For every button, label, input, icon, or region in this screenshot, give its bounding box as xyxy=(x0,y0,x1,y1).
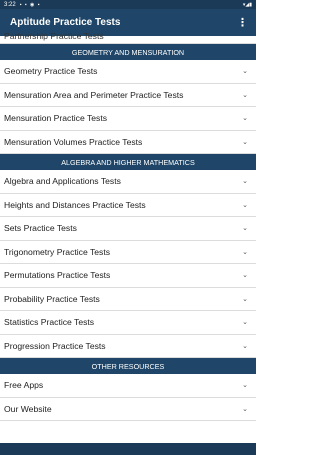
chevron-down-icon[interactable]: ⌄ xyxy=(242,138,248,146)
status-time: 3:22 xyxy=(4,1,16,8)
chevron-down-icon[interactable]: ⌄ xyxy=(242,67,248,75)
section-header-label: OTHER RESOURCES xyxy=(91,361,165,371)
chevron-down-icon[interactable]: ⌄ xyxy=(242,271,248,279)
list-item[interactable]: Probability Practice Tests ⌄ xyxy=(0,288,256,311)
list-item[interactable]: Heights and Distances Practice Tests ⌄ xyxy=(0,194,256,217)
chevron-down-icon[interactable]: ⌄ xyxy=(242,342,248,350)
chevron-down-icon[interactable]: ⌄ xyxy=(242,114,248,122)
system-icons: ▾◢▮ xyxy=(242,1,252,8)
list-item[interactable]: Mensuration Area and Perimeter Practice … xyxy=(0,84,256,107)
chevron-down-icon[interactable]: ⌄ xyxy=(242,248,248,256)
navigation-bar xyxy=(0,443,256,455)
list-item[interactable]: Free Apps ⌄ xyxy=(0,374,256,398)
notification-icons: ▪ ▪ ◉ ▪ xyxy=(19,1,41,8)
app-title: Aptitude Practice Tests xyxy=(10,17,121,28)
list-item-label: Permutations Practice Tests xyxy=(4,270,111,281)
list-item-label: Our Website xyxy=(4,403,52,414)
list-item-label: Mensuration Practice Tests xyxy=(4,113,108,124)
chevron-down-icon[interactable]: ⌄ xyxy=(242,177,248,185)
list-item-label: Heights and Distances Practice Tests xyxy=(4,199,146,210)
chevron-down-icon[interactable]: ⌄ xyxy=(242,295,248,303)
list-item-label: Partnership Practice Tests xyxy=(4,31,104,41)
list-item-label: Probability Practice Tests xyxy=(4,293,100,304)
section-header-label: GEOMETRY AND MENSURATION xyxy=(71,47,185,57)
chevron-down-icon[interactable]: ⌄ xyxy=(242,318,248,326)
chevron-down-icon[interactable]: ⌄ xyxy=(242,224,248,232)
list-item-partnership[interactable]: Partnership Practice Tests xyxy=(0,29,256,44)
list-item[interactable]: Geometry Practice Tests ⌄ xyxy=(0,60,256,84)
list-item-label: Statistics Practice Tests xyxy=(4,317,95,328)
list-item-label: Free Apps xyxy=(4,380,44,391)
chevron-down-icon[interactable]: ⌄ xyxy=(242,381,248,389)
list-item-label: Algebra and Applications Tests xyxy=(4,176,121,187)
test-list: Partnership Practice Tests GEOMETRY AND … xyxy=(0,29,256,443)
list-item-label: Geometry Practice Tests xyxy=(4,66,98,77)
status-bar: 3:22 ▪ ▪ ◉ ▪ ▾◢▮ xyxy=(0,0,256,9)
list-item[interactable]: Permutations Practice Tests ⌄ xyxy=(0,264,256,288)
chevron-down-icon[interactable]: ⌄ xyxy=(242,405,248,413)
section-header-geometry: GEOMETRY AND MENSURATION xyxy=(0,44,256,60)
section-header-algebra: ALGEBRA AND HIGHER MATHEMATICS xyxy=(0,154,256,170)
list-item-label: Trigonometry Practice Tests xyxy=(4,246,111,257)
list-item-label: Mensuration Area and Perimeter Practice … xyxy=(4,89,184,100)
list-item-label: Sets Practice Tests xyxy=(4,223,77,234)
list-item[interactable]: Mensuration Practice Tests ⌄ xyxy=(0,107,256,131)
list-item[interactable]: Our Website ⌄ xyxy=(0,398,256,421)
list-item-label: Mensuration Volumes Practice Tests xyxy=(4,136,143,147)
list-item[interactable]: Mensuration Volumes Practice Tests ⌄ xyxy=(0,131,256,154)
list-item[interactable]: Algebra and Applications Tests ⌄ xyxy=(0,170,256,194)
overflow-menu-icon[interactable]: ⋮ xyxy=(237,16,248,29)
list-item[interactable]: Sets Practice Tests ⌄ xyxy=(0,217,256,241)
section-header-other-resources: OTHER RESOURCES xyxy=(0,358,256,374)
list-item[interactable]: Trigonometry Practice Tests ⌄ xyxy=(0,241,256,264)
section-header-label: ALGEBRA AND HIGHER MATHEMATICS xyxy=(61,157,195,167)
chevron-down-icon[interactable]: ⌄ xyxy=(242,91,248,99)
list-item-label: Progression Practice Tests xyxy=(4,340,106,351)
list-item[interactable]: Statistics Practice Tests ⌄ xyxy=(0,311,256,335)
chevron-down-icon[interactable]: ⌄ xyxy=(242,201,248,209)
list-item[interactable]: Progression Practice Tests ⌄ xyxy=(0,335,256,358)
